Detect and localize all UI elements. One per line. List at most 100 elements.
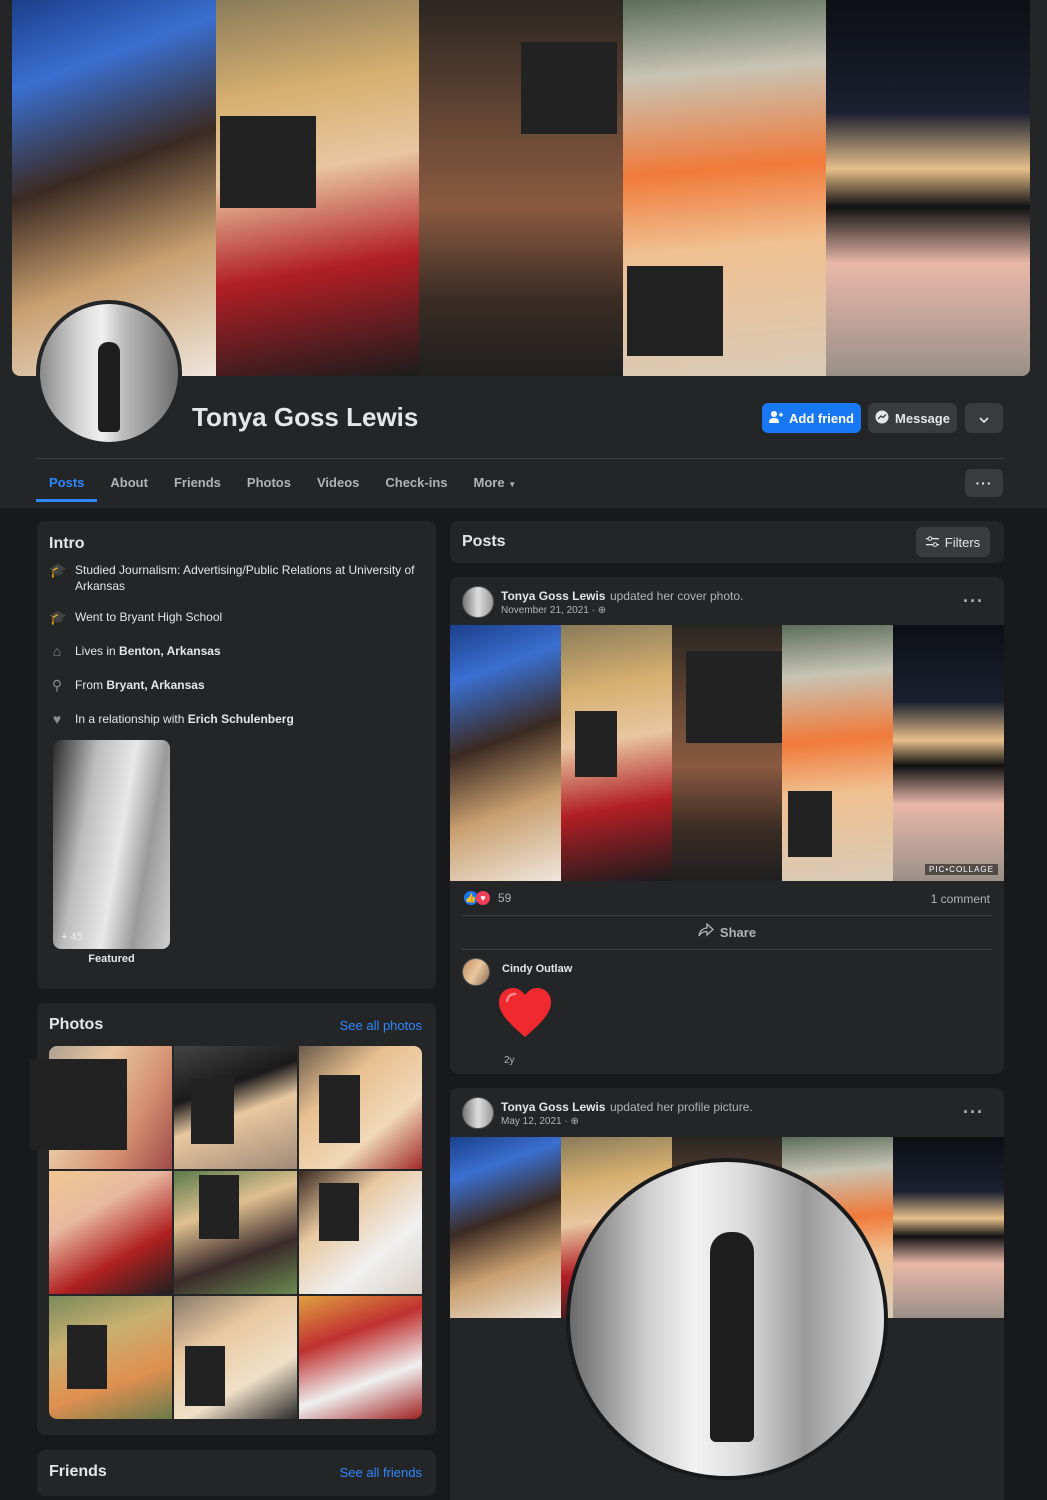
featured-photo[interactable]: + 45 — [53, 740, 170, 949]
header-divider — [36, 458, 1004, 459]
comments-count[interactable]: 1 comment — [931, 892, 990, 906]
post-header: Tonya Goss Lewis updated her cover photo… — [501, 587, 743, 605]
post-date[interactable]: May 12, 2021 · — [501, 1116, 568, 1127]
post-action: updated her cover photo. — [609, 589, 744, 603]
post-meta: November 21, 2021 · ⊕ — [501, 605, 606, 616]
posts-title: Posts — [462, 533, 506, 550]
chevron-down-icon — [979, 411, 989, 426]
post-action: updated her profile picture. — [609, 1100, 753, 1114]
redaction-block — [191, 1078, 234, 1144]
reactions-summary[interactable]: 👍 ♥ 59 — [464, 891, 511, 905]
tab-videos[interactable]: Videos — [304, 466, 372, 502]
photo-thumb[interactable] — [299, 1046, 422, 1169]
post-options-button[interactable]: ··· — [963, 1102, 984, 1123]
watermark: PIC•COLLAGE — [925, 864, 998, 875]
filter-icon — [925, 535, 939, 550]
cover-tile-2 — [215, 0, 420, 376]
add-person-icon — [769, 410, 783, 426]
profile-picture-image — [40, 304, 178, 442]
profile-tabs: Posts About Friends Photos Videos Check-… — [36, 466, 529, 502]
see-all-photos-link[interactable]: See all photos — [340, 1018, 422, 1033]
post-options-button[interactable]: ··· — [963, 591, 984, 612]
redaction-block — [521, 42, 618, 134]
intro-from-place[interactable]: Bryant, Arkansas — [106, 678, 204, 692]
home-icon: ⌂ — [52, 643, 62, 659]
cover-tile-5 — [826, 0, 1030, 376]
intro-education: 🎓 Studied Journalism: Advertising/Public… — [49, 562, 424, 594]
heart-sticker-icon — [498, 987, 552, 1044]
intro-studied-text: Studied Journalism: Advertising/Public R… — [75, 563, 415, 593]
message-label: Message — [895, 410, 950, 426]
filters-button[interactable]: Filters — [916, 527, 990, 557]
post-author-name[interactable]: Tonya Goss Lewis — [501, 1100, 605, 1114]
intro-high-school-text: Went to Bryant High School — [75, 610, 223, 624]
tab-more[interactable]: More ▼ — [461, 466, 530, 502]
tab-posts[interactable]: Posts — [36, 466, 98, 502]
cover-tile-4 — [622, 0, 827, 376]
intro-relationship: ♥ In a relationship with Erich Schulenbe… — [49, 711, 294, 727]
intro-card: Intro 🎓 Studied Journalism: Advertising/… — [37, 521, 436, 989]
friends-title: Friends — [49, 1463, 107, 1480]
profile-picture[interactable] — [36, 300, 182, 446]
profile-options-button[interactable] — [965, 403, 1003, 433]
intro-from: ⚲ From Bryant, Arkansas — [49, 677, 205, 693]
redaction-block — [626, 266, 723, 356]
photo-thumb[interactable] — [49, 1171, 172, 1294]
intro-lives-prefix: Lives in — [75, 644, 116, 658]
tab-check-ins[interactable]: Check-ins — [372, 466, 460, 502]
comment-time[interactable]: 2y — [504, 1055, 515, 1066]
post-date[interactable]: November 21, 2021 · — [501, 605, 595, 616]
intro-relationship-name[interactable]: Erich Schulenberg — [188, 712, 294, 726]
redaction-block — [574, 711, 617, 777]
cover-photo[interactable] — [12, 0, 1030, 376]
redaction-block — [319, 1183, 359, 1241]
post-image[interactable]: PIC•COLLAGE — [450, 625, 1004, 881]
messenger-icon — [875, 410, 889, 427]
message-button[interactable]: Message — [868, 403, 957, 433]
filters-label: Filters — [944, 534, 981, 550]
love-icon: ♥ — [476, 891, 490, 905]
photos-card: Photos See all photos — [30, 1003, 436, 1435]
share-icon — [698, 922, 714, 942]
post-meta: May 12, 2021 · ⊕ — [501, 1116, 579, 1127]
profile-name: Tonya Goss Lewis — [192, 402, 419, 432]
post-card: Tonya Goss Lewis updated her profile pic… — [450, 1088, 1004, 1500]
redaction-block — [788, 791, 833, 857]
redaction-block — [319, 1075, 360, 1143]
featured-label: Featured — [88, 953, 135, 965]
post-author-avatar[interactable] — [462, 586, 494, 618]
intro-lives-place[interactable]: Benton, Arkansas — [119, 644, 221, 658]
tab-friends[interactable]: Friends — [161, 466, 234, 502]
photo-thumb[interactable] — [299, 1171, 422, 1294]
tab-photos[interactable]: Photos — [234, 466, 304, 502]
location-pin-icon: ⚲ — [51, 677, 63, 693]
add-friend-button[interactable]: Add friend — [762, 403, 861, 433]
post-author-name[interactable]: Tonya Goss Lewis — [501, 589, 605, 603]
commenter-avatar[interactable] — [462, 958, 490, 986]
redaction-block — [67, 1325, 107, 1389]
reactions-count: 59 — [498, 891, 512, 905]
see-all-friends-link[interactable]: See all friends — [340, 1465, 422, 1480]
share-button[interactable]: Share — [450, 922, 1004, 942]
intro-lives-in: ⌂ Lives in Benton, Arkansas — [49, 643, 221, 659]
heart-icon: ♥ — [52, 711, 62, 727]
redaction-block — [219, 116, 316, 208]
cover-tile-3 — [419, 0, 623, 376]
post-header: Tonya Goss Lewis updated her profile pic… — [501, 1098, 753, 1116]
tabs-more-options-button[interactable]: ··· — [965, 469, 1003, 497]
intro-relationship-prefix: In a relationship with — [75, 712, 185, 726]
redaction-block — [30, 1059, 127, 1150]
post-card: Tonya Goss Lewis updated her cover photo… — [450, 577, 1004, 1074]
globe-icon: ⊕ — [570, 1116, 579, 1127]
post-author-avatar[interactable] — [462, 1097, 494, 1129]
comment-author[interactable]: Cindy Outlaw — [502, 963, 572, 975]
tab-about[interactable]: About — [97, 466, 161, 502]
globe-icon: ⊕ — [597, 605, 607, 616]
intro-title: Intro — [49, 535, 85, 552]
redaction-block — [185, 1346, 225, 1406]
intro-from-prefix: From — [75, 678, 103, 692]
profile-picture-preview[interactable] — [566, 1158, 888, 1480]
graduation-cap-icon: 🎓 — [49, 562, 67, 578]
photo-thumb[interactable] — [299, 1296, 422, 1419]
featured-count: + 45 — [61, 931, 83, 943]
